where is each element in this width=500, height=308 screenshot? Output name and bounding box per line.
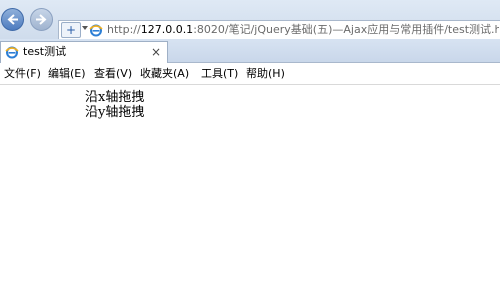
forward-arrow-icon [36,14,47,25]
menu-bar: 文件(F) 编辑(E) 查看(V) 收藏夹(A) 工具(T) 帮助(H) [0,63,500,85]
browser-toolbar: + http://127.0.0.1:8020/笔记/jQuery基础(五)—A… [0,0,500,40]
menu-favorites[interactable]: 收藏夹(A) [140,63,189,84]
address-bar[interactable]: + http://127.0.0.1:8020/笔记/jQuery基础(五)—A… [58,20,500,40]
tab-test[interactable]: test测试 × [0,41,168,63]
url-text[interactable]: http://127.0.0.1:8020/笔记/jQuery基础(五)—Aja… [107,21,499,39]
forward-button[interactable] [30,8,53,31]
menu-view[interactable]: 查看(V) [94,63,132,84]
back-button[interactable] [1,8,24,31]
close-icon[interactable]: × [151,42,161,62]
back-arrow-icon [7,14,18,25]
tab-title: test测试 [23,45,67,58]
url-scheme: http:// [107,23,141,36]
compatibility-view-button[interactable]: + [61,22,81,38]
tab-strip: test测试 × [0,39,500,63]
page-content: 沿x轴拖拽 沿y轴拖拽 [0,85,500,308]
chevron-down-icon[interactable] [82,26,88,30]
drag-y-box[interactable]: 沿y轴拖拽 [85,105,144,121]
url-path: :8020/笔记/jQuery基础(五)—Ajax应用与常用插件/test测试.… [193,23,499,36]
menu-file[interactable]: 文件(F) [4,63,41,84]
menu-help[interactable]: 帮助(H) [246,63,285,84]
url-host: 127.0.0.1 [140,23,194,36]
drag-x-box[interactable]: 沿x轴拖拽 [85,90,144,106]
menu-edit[interactable]: 编辑(E) [48,63,86,84]
ie-page-icon [5,46,19,59]
compatibility-view-icon: + [65,23,77,37]
ie-page-icon [89,24,103,37]
menu-tools[interactable]: 工具(T) [201,63,238,84]
